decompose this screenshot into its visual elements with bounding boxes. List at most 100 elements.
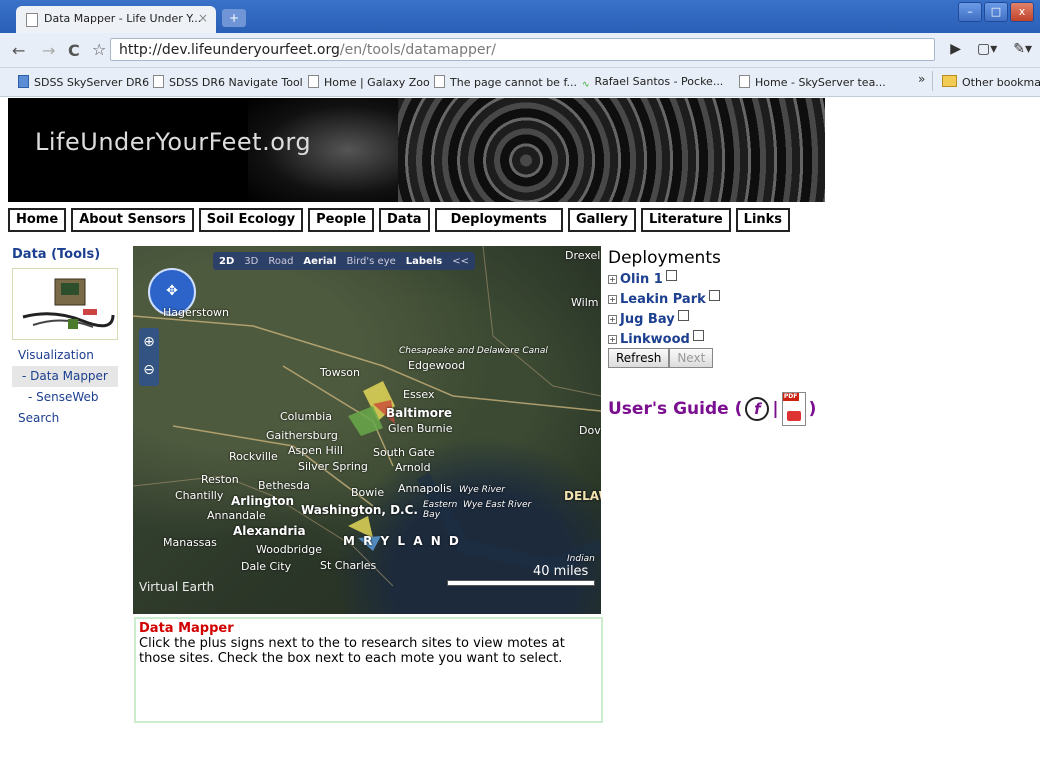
deployment-item[interactable]: + Jug Bay xyxy=(608,310,721,330)
nav-home[interactable]: Home xyxy=(8,208,67,232)
guide-separator: | xyxy=(772,399,779,419)
pdf-icon[interactable] xyxy=(781,392,806,426)
tab-close-icon[interactable]: × xyxy=(198,11,208,25)
browser-tab[interactable]: Data Mapper - Life Under Y... × xyxy=(16,6,216,33)
sensor-image xyxy=(22,278,115,329)
sidebar-item-visualization[interactable]: Visualization xyxy=(18,345,118,366)
data-mapper-info: Data Mapper Click the plus signs next to… xyxy=(134,617,603,723)
map-view[interactable]: 2D 3D Road Aerial Bird's eye Labels << ✥… xyxy=(133,246,601,614)
map-label: Indian xyxy=(567,554,595,564)
flash-icon[interactable]: f xyxy=(745,397,770,421)
forward-icon[interactable]: → xyxy=(42,41,55,60)
bookmark-item[interactable]: Home - SkyServer tea... xyxy=(739,75,886,89)
nav-soil-ecology[interactable]: Soil Ecology xyxy=(198,208,304,232)
sensor-thumbnail xyxy=(12,268,118,340)
minimize-icon[interactable]: – xyxy=(958,2,982,22)
map-labels-button[interactable]: Labels xyxy=(406,256,442,267)
pocket-icon: ∿ xyxy=(582,80,590,90)
new-tab-button[interactable]: + xyxy=(222,9,246,27)
bookmark-item[interactable]: The page cannot be f... xyxy=(434,75,577,89)
bookmark-item[interactable]: SDSS SkyServer DR6 xyxy=(18,75,149,89)
map-scale-label: 40 miles xyxy=(533,564,589,579)
map-label: Manassas xyxy=(163,536,217,549)
zoom-in-icon[interactable]: ⊕ xyxy=(139,328,159,356)
map-label: Gaithersburg xyxy=(266,429,338,442)
deployment-item[interactable]: + Olin 1 xyxy=(608,270,721,290)
deployment-checkbox[interactable] xyxy=(677,310,689,321)
map-label: Towson xyxy=(320,366,361,379)
deployment-checkbox[interactable] xyxy=(665,270,677,281)
folder-icon xyxy=(942,75,957,87)
close-icon[interactable]: x xyxy=(1010,2,1034,22)
deployments-panel: Deployments + Olin 1 + Leakin Park + Jug Ba… xyxy=(608,248,721,350)
deployment-item[interactable]: + Leakin Park xyxy=(608,290,721,310)
map-collapse-button[interactable]: << xyxy=(452,256,469,267)
bookmark-item[interactable]: SDSS DR6 Navigate Tool xyxy=(153,75,303,89)
star-icon[interactable]: ☆ xyxy=(92,40,106,59)
map-label: South Gate xyxy=(373,446,435,459)
map-label: Bethesda xyxy=(258,479,310,492)
tab-title: Data Mapper - Life Under Y... xyxy=(44,12,202,25)
map-road-button[interactable]: Road xyxy=(268,256,293,267)
bookmark-item[interactable]: Home | Galaxy Zoo xyxy=(308,75,430,89)
nav-deployments[interactable]: Deployments xyxy=(434,208,563,232)
map-label: Wilm xyxy=(571,296,599,309)
info-title: Data Mapper xyxy=(139,621,234,636)
expand-icon[interactable]: + xyxy=(608,275,617,284)
reload-icon[interactable]: C xyxy=(68,41,80,60)
map-label: Washington, D.C. xyxy=(301,503,418,517)
address-bar[interactable]: http://dev.lifeunderyourfeet.org/en/tool… xyxy=(110,38,935,61)
back-icon[interactable]: ← xyxy=(12,41,25,60)
map-label: Glen Burnie xyxy=(388,422,453,435)
map-label: Columbia xyxy=(280,410,332,423)
sdss-icon xyxy=(18,75,29,88)
sidebar-item-senseweb[interactable]: - SenseWeb xyxy=(18,387,118,408)
expand-icon[interactable]: + xyxy=(608,335,617,344)
map-2d-button[interactable]: 2D xyxy=(219,256,234,267)
map-label: Eastern Bay xyxy=(423,500,458,520)
nav-literature[interactable]: Literature xyxy=(641,208,731,232)
expand-icon[interactable]: + xyxy=(608,315,617,324)
sidebar-item-data-mapper[interactable]: - Data Mapper xyxy=(12,366,118,387)
nav-links[interactable]: Links xyxy=(735,208,791,232)
map-label: Chesapeake and Delaware Canal xyxy=(399,346,548,356)
main-nav: Home About Sensors Soil Ecology People D… xyxy=(8,208,791,232)
nav-data[interactable]: Data xyxy=(379,208,430,232)
map-label: Dove xyxy=(579,424,601,437)
site-logo[interactable]: LifeUnderYourFeet.org xyxy=(35,128,311,156)
refresh-button[interactable]: Refresh xyxy=(608,348,670,368)
site-banner: LifeUnderYourFeet.org xyxy=(8,98,825,202)
map-birdseye-button[interactable]: Bird's eye xyxy=(346,256,395,267)
info-text: Click the plus signs next to the to rese… xyxy=(139,636,565,666)
users-guide-label[interactable]: User's Guide ( xyxy=(608,399,742,419)
deployment-item[interactable]: + Linkwood xyxy=(608,330,721,350)
play-icon[interactable]: ▶ xyxy=(950,41,961,57)
map-label: Essex xyxy=(403,388,435,401)
leaves-image xyxy=(398,98,825,202)
deployment-checkbox[interactable] xyxy=(708,290,720,301)
page-icon xyxy=(153,75,164,88)
bookmarks-overflow-button[interactable]: » xyxy=(918,72,925,86)
expand-icon[interactable]: + xyxy=(608,295,617,304)
map-label: Wye East River xyxy=(463,500,532,510)
map-aerial-button[interactable]: Aerial xyxy=(303,256,336,267)
zoom-out-icon[interactable]: ⊖ xyxy=(139,356,159,384)
deployment-checkbox[interactable] xyxy=(692,330,704,341)
map-3d-button[interactable]: 3D xyxy=(244,256,258,267)
nav-about-sensors[interactable]: About Sensors xyxy=(71,208,194,232)
next-button[interactable]: Next xyxy=(669,348,714,368)
browser-toolbar: ← → C ☆ http://dev.lifeunderyourfeet.org… xyxy=(0,33,1040,68)
bookmark-item[interactable]: ∿ Rafael Santos - Pocke... xyxy=(582,75,723,91)
window-controls: – □ x xyxy=(958,2,1034,22)
wrench-icon[interactable]: ✎▾ xyxy=(1013,41,1032,57)
map-label: Silver Spring xyxy=(298,460,368,473)
other-bookmarks[interactable]: Other bookmarks xyxy=(942,75,1040,89)
maximize-icon[interactable]: □ xyxy=(984,2,1008,22)
map-label: Arnold xyxy=(395,461,431,474)
sidebar-item-search[interactable]: Search xyxy=(18,408,118,429)
map-label: Wye River xyxy=(459,485,505,495)
map-label: Drexel xyxy=(565,249,601,262)
page-menu-icon[interactable]: ▢▾ xyxy=(977,41,997,57)
nav-people[interactable]: People xyxy=(308,208,375,232)
nav-gallery[interactable]: Gallery xyxy=(567,208,636,232)
